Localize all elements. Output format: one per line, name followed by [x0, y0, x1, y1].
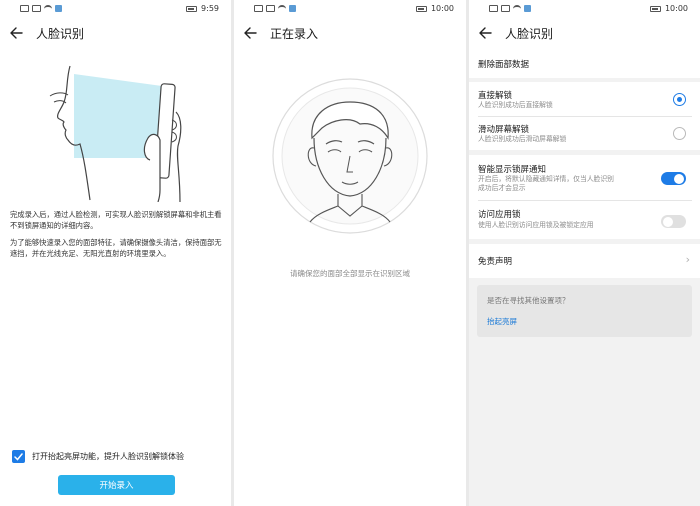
unlock-direct-title: 直接解锁	[478, 91, 513, 101]
signal-icon	[501, 5, 510, 12]
start-enroll-button[interactable]: 开始录入	[58, 475, 175, 495]
divider	[478, 200, 692, 201]
smart-notify-title: 智能显示锁屏通知	[478, 165, 547, 175]
page-title: 人脸识别	[36, 26, 85, 41]
delete-data-card: 删除面部数据	[469, 48, 700, 78]
raise-to-wake-link[interactable]: 抬起亮屏	[487, 317, 517, 326]
enrolling-screen: 10:00 正在录入 请确保您的面部全部显示在识别区域	[234, 0, 466, 506]
status-icons-left	[20, 5, 62, 12]
unlock-slide-subtitle: 人脸识别成功后滑动屏幕解锁	[478, 135, 567, 143]
unlock-direct-subtitle: 人脸识别成功后直接解锁	[478, 101, 553, 109]
disclaimer-label: 免责声明	[478, 257, 513, 267]
battery-icon	[649, 5, 661, 12]
signal-icon	[266, 5, 275, 12]
status-icons-left	[254, 5, 296, 12]
smart-notify-toggle[interactable]	[661, 172, 686, 185]
unlock-direct-option[interactable]: 直接解锁 人脸识别成功后直接解锁	[469, 82, 700, 115]
suggest-question: 是否在寻找其他设置项？	[487, 296, 570, 305]
smart-notify-subtitle-line1: 开启后，将默认隐藏通知详情，仅当人脸识别	[478, 175, 614, 183]
delete-face-data-link[interactable]: 删除面部数据	[478, 58, 529, 70]
suggestion-box: 是否在寻找其他设置项？ 抬起亮屏	[477, 285, 692, 337]
wifi-icon	[278, 5, 286, 12]
unlock-mode-card: 直接解锁 人脸识别成功后直接解锁 滑动屏幕解锁 人脸识别成功后滑动屏幕解锁	[469, 82, 700, 150]
raise-to-wake-option[interactable]: 打开抬起亮屏功能，提升人脸识别解锁体验	[12, 450, 184, 463]
disclaimer-row[interactable]: 免责声明 ›	[469, 244, 700, 278]
chevron-right-icon: ›	[685, 253, 690, 266]
unlock-slide-option[interactable]: 滑动屏幕解锁 人脸识别成功后滑动屏幕解锁	[469, 117, 700, 150]
status-time: 9:59	[201, 4, 219, 13]
app-lock-title: 访问应用锁	[478, 210, 521, 220]
status-bar: 10:00	[469, 0, 700, 18]
battery-icon	[186, 5, 198, 12]
face-scan-illustration	[49, 65, 182, 202]
position-hint: 请确保您的面部全部显示在识别区域	[290, 269, 410, 278]
app-bar: 正在录入	[234, 18, 466, 48]
status-icons-left	[489, 5, 531, 12]
unlock-slide-title: 滑动屏幕解锁	[478, 125, 530, 135]
back-arrow-icon[interactable]	[479, 26, 493, 40]
app-bar: 人脸识别	[0, 18, 231, 48]
notification-icon	[55, 5, 62, 12]
face-capture-circle	[272, 78, 428, 234]
status-bar: 9:59	[0, 0, 231, 18]
raise-to-wake-checkbox[interactable]	[12, 450, 25, 463]
signal-icon	[489, 5, 498, 12]
app-lock-toggle[interactable]	[661, 215, 686, 228]
face-intro-screen: 9:59 人脸识别 完成录入后，通过人脸检测，可实现人脸识别解锁屏幕和非机主看不…	[0, 0, 231, 506]
raise-to-wake-label: 打开抬起亮屏功能，提升人脸识别解锁体验	[32, 452, 184, 461]
back-arrow-icon[interactable]	[244, 26, 258, 40]
app-bar: 人脸识别	[469, 18, 700, 48]
app-lock-subtitle: 使用人脸识别访问应用锁及被锁定应用	[478, 221, 594, 229]
signal-icon	[254, 5, 263, 12]
notification-icon	[524, 5, 531, 12]
back-arrow-icon[interactable]	[10, 26, 24, 40]
face-settings-screen: 10:00 人脸识别 删除面部数据 直接解锁 人脸识别成功后直接解锁 滑动屏幕解…	[469, 0, 700, 506]
status-time: 10:00	[430, 4, 454, 13]
intro-paragraph: 完成录入后，通过人脸检测，可实现人脸识别解锁屏幕和非机主看不到锁屏通知的详细内容…	[10, 210, 222, 230]
smart-notify-subtitle-line2: 成功后才会显示	[478, 184, 526, 192]
unlock-slide-radio[interactable]	[673, 127, 686, 140]
signal-icon	[20, 5, 29, 12]
wifi-icon	[44, 5, 52, 12]
tips-paragraph: 为了能够快速录入您的面部特征，请确保摄像头清洁，保持面部无遮挡，并在光线充足、无…	[10, 238, 222, 258]
signal-icon	[32, 5, 41, 12]
unlock-direct-radio[interactable]	[673, 93, 686, 106]
toggles-card: 智能显示锁屏通知 开启后，将默认隐藏通知详情，仅当人脸识别 成功后才会显示 访问…	[469, 155, 700, 239]
page-title: 人脸识别	[505, 26, 554, 41]
wifi-icon	[513, 5, 521, 12]
page-title: 正在录入	[270, 26, 319, 41]
status-bar: 10:00	[234, 0, 466, 18]
status-time: 10:00	[664, 4, 688, 13]
notification-icon	[289, 5, 296, 12]
battery-icon	[415, 5, 427, 12]
